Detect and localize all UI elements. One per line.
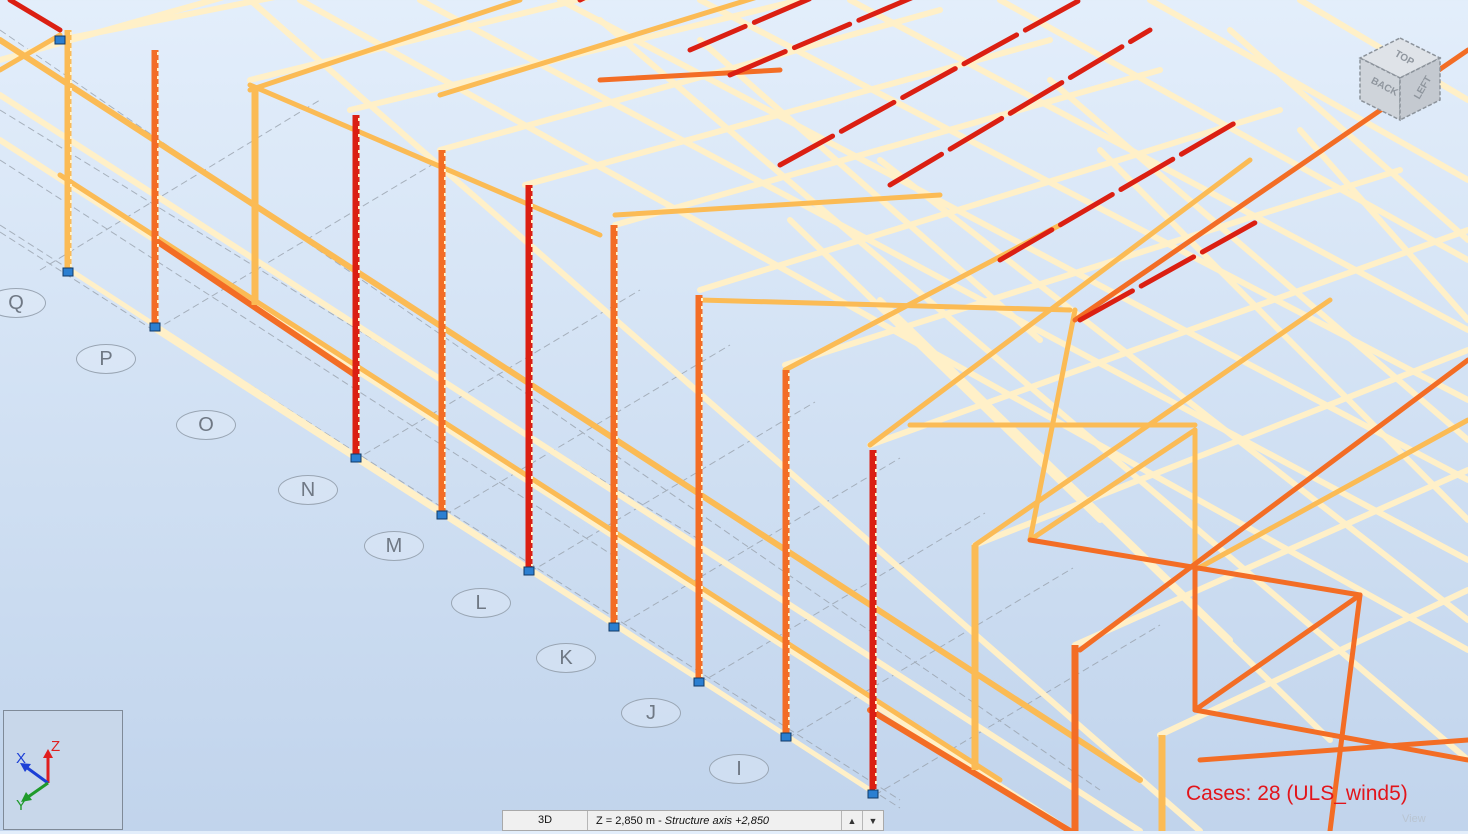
level-axis-name: Structure axis +2,850 [664, 814, 770, 827]
x-axis-arrow [25, 765, 49, 785]
wall-girt-members [0, 37, 1143, 831]
axis-triad-panel: Z X Y [3, 710, 123, 830]
grid-label-l: L [451, 588, 511, 618]
level-up-button[interactable]: ▲ [841, 811, 862, 830]
view-statusbar: 3D Z = 2,850 m - Structure axis +2,850 ▲… [502, 810, 884, 831]
z-axis-label: Z [51, 738, 60, 755]
3d-model-viewport[interactable]: Q P O N M L K J I Cases: 28 (ULS_wind5) … [0, 0, 1468, 831]
view-cube[interactable]: TOP BACK LEFT [1352, 30, 1448, 126]
current-level-field[interactable]: Z = 2,850 m - Structure axis +2,850 [588, 815, 841, 827]
grid-label-j: J [621, 698, 681, 728]
axis-triad-icon: Z X Y [16, 738, 60, 814]
grid-label-n: N [278, 475, 338, 505]
grid-label-i: I [709, 754, 769, 784]
y-axis-arrow [27, 781, 49, 799]
y-axis-label: Y [16, 797, 26, 814]
load-case-label: Cases: 28 (ULS_wind5) [1186, 782, 1408, 805]
triangle-down-icon: ▼ [868, 815, 878, 826]
view-watermark-label: View [1402, 813, 1426, 825]
level-down-button[interactable]: ▼ [862, 811, 883, 830]
grid-label-p: P [76, 344, 136, 374]
grid-label-k: K [536, 643, 596, 673]
level-separator: - [655, 814, 665, 827]
view-mode-button[interactable]: 3D [503, 811, 588, 830]
grid-label-o: O [176, 410, 236, 440]
level-value: Z = 2,850 m [596, 814, 656, 827]
x-axis-label: X [16, 750, 26, 767]
triangle-up-icon: ▲ [847, 815, 857, 826]
grid-label-m: M [364, 531, 424, 561]
